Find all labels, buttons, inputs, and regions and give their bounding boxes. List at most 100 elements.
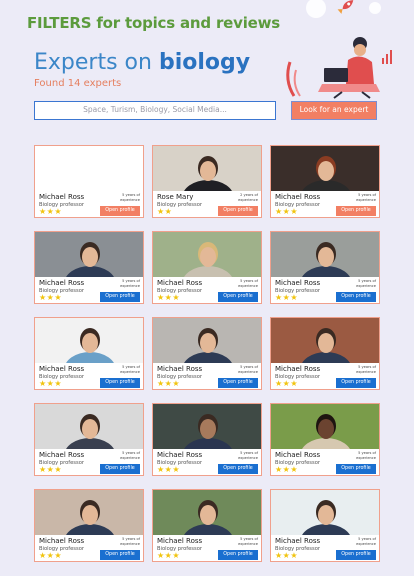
expert-name: Michael Ross bbox=[275, 279, 321, 287]
open-profile-button[interactable]: Open profile bbox=[218, 550, 258, 560]
expert-photo bbox=[153, 232, 261, 277]
search-input[interactable]: Space, Turism, Biology, Social Media... bbox=[34, 101, 276, 120]
expert-card[interactable]: Michael Ross Biology professor ★★★ 5 yea… bbox=[34, 145, 144, 218]
experience-suffix: experience bbox=[356, 455, 376, 460]
experience-label: 5 years of experience bbox=[110, 279, 140, 288]
expert-card[interactable]: Michael Ross Biology professor ★★★ 5 yea… bbox=[270, 231, 380, 304]
expert-name: Michael Ross bbox=[157, 451, 203, 459]
expert-name: Michael Ross bbox=[275, 451, 321, 459]
page-title-topic: biology bbox=[158, 50, 251, 75]
experience-label: 5 years of experience bbox=[346, 365, 376, 374]
open-profile-button[interactable]: Open profile bbox=[218, 292, 258, 302]
open-profile-button[interactable]: Open profile bbox=[336, 464, 376, 474]
expert-name: Michael Ross bbox=[275, 193, 321, 201]
header-illustration bbox=[282, 0, 414, 100]
rating-stars-icon: ★★★ bbox=[39, 293, 63, 302]
open-profile-button[interactable]: Open profile bbox=[336, 378, 376, 388]
experience-label: 5 years of experience bbox=[110, 193, 140, 202]
experience-label: 5 years of experience bbox=[346, 451, 376, 460]
experience-suffix: experience bbox=[356, 369, 376, 374]
experience-suffix: experience bbox=[120, 283, 140, 288]
rating-stars-icon: ★★★ bbox=[39, 465, 63, 474]
expert-name: Rose Mary bbox=[157, 193, 194, 201]
expert-photo bbox=[35, 232, 143, 277]
expert-photo bbox=[271, 232, 379, 277]
expert-card[interactable]: Michael Ross Biology professor ★★★ 5 yea… bbox=[34, 317, 144, 390]
expert-photo bbox=[35, 146, 143, 191]
expert-name: Michael Ross bbox=[157, 279, 203, 287]
expert-card[interactable]: Michael Ross Biology professor ★★★ 5 yea… bbox=[270, 317, 380, 390]
rocket-icon bbox=[337, 0, 354, 14]
expert-card[interactable]: Michael Ross Biology professor ★★★ 5 yea… bbox=[270, 145, 380, 218]
open-profile-button[interactable]: Open profile bbox=[336, 550, 376, 560]
expert-card[interactable]: Michael Ross Biology professor ★★★ 5 yea… bbox=[34, 231, 144, 304]
expert-name: Michael Ross bbox=[275, 537, 321, 545]
rating-stars-icon: ★★★ bbox=[275, 465, 299, 474]
open-profile-button[interactable]: Open profile bbox=[218, 378, 258, 388]
open-profile-button[interactable]: Open profile bbox=[100, 378, 140, 388]
experience-suffix: experience bbox=[238, 455, 258, 460]
experience-label: 2 years of experience bbox=[228, 193, 258, 202]
expert-photo bbox=[271, 404, 379, 449]
open-profile-button[interactable]: Open profile bbox=[100, 550, 140, 560]
page-title-prefix: Experts on bbox=[34, 50, 159, 75]
expert-name: Michael Ross bbox=[39, 365, 85, 373]
expert-photo bbox=[35, 318, 143, 363]
experience-suffix: experience bbox=[120, 197, 140, 202]
expert-card[interactable]: Rose Mary Biology professor ★★ 2 years o… bbox=[152, 145, 262, 218]
expert-photo bbox=[271, 318, 379, 363]
experience-label: 5 years of experience bbox=[346, 537, 376, 546]
rating-stars-icon: ★★★ bbox=[157, 379, 181, 388]
experience-suffix: experience bbox=[356, 283, 376, 288]
expert-name: Michael Ross bbox=[39, 193, 85, 201]
expert-name: Michael Ross bbox=[39, 537, 85, 545]
experience-label: 5 years of experience bbox=[228, 365, 258, 374]
experience-label: 5 years of experience bbox=[228, 451, 258, 460]
expert-card[interactable]: Michael Ross Biology professor ★★★ 5 yea… bbox=[34, 489, 144, 562]
results-count: Found 14 experts bbox=[34, 78, 122, 89]
experience-label: 5 years of experience bbox=[110, 365, 140, 374]
expert-card[interactable]: Michael Ross Biology professor ★★★ 5 yea… bbox=[270, 489, 380, 562]
rating-stars-icon: ★★★ bbox=[157, 293, 181, 302]
rating-stars-icon: ★★★ bbox=[39, 379, 63, 388]
expert-name: Michael Ross bbox=[157, 537, 203, 545]
expert-photo bbox=[153, 146, 261, 191]
expert-photo bbox=[153, 490, 261, 535]
expert-card[interactable]: Michael Ross Biology professor ★★★ 5 yea… bbox=[34, 403, 144, 476]
open-profile-button[interactable]: Open profile bbox=[100, 292, 140, 302]
experience-label: 5 years of experience bbox=[228, 537, 258, 546]
experience-suffix: experience bbox=[120, 369, 140, 374]
expert-card[interactable]: Michael Ross Biology professor ★★★ 5 yea… bbox=[152, 317, 262, 390]
experience-suffix: experience bbox=[238, 369, 258, 374]
experience-label: 5 years of experience bbox=[346, 279, 376, 288]
open-profile-button[interactable]: Open profile bbox=[218, 464, 258, 474]
expert-photo bbox=[35, 404, 143, 449]
experience-suffix: experience bbox=[120, 455, 140, 460]
filters-title[interactable]: FILTERS for topics and reviews bbox=[27, 14, 280, 32]
expert-card[interactable]: Michael Ross Biology professor ★★★ 5 yea… bbox=[152, 231, 262, 304]
rating-stars-icon: ★★★ bbox=[275, 293, 299, 302]
open-profile-button[interactable]: Open profile bbox=[100, 464, 140, 474]
experience-label: 5 years of experience bbox=[228, 279, 258, 288]
expert-photo bbox=[271, 146, 379, 191]
experts-grid: Michael Ross Biology professor ★★★ 5 yea… bbox=[34, 145, 380, 562]
experience-label: 5 years of experience bbox=[110, 537, 140, 546]
open-profile-button[interactable]: Open profile bbox=[336, 292, 376, 302]
page-title: Experts on biology bbox=[34, 50, 250, 75]
rating-stars-icon: ★★★ bbox=[39, 207, 63, 216]
experience-suffix: experience bbox=[238, 283, 258, 288]
expert-photo bbox=[35, 490, 143, 535]
experience-suffix: experience bbox=[356, 541, 376, 546]
open-profile-button[interactable]: Open profile bbox=[100, 206, 140, 216]
rating-stars-icon: ★★ bbox=[157, 207, 173, 216]
experience-label: 5 years of experience bbox=[110, 451, 140, 460]
open-profile-button[interactable]: Open profile bbox=[336, 206, 376, 216]
rating-stars-icon: ★★★ bbox=[157, 551, 181, 560]
experience-suffix: experience bbox=[238, 541, 258, 546]
expert-card[interactable]: Michael Ross Biology professor ★★★ 5 yea… bbox=[152, 489, 262, 562]
expert-card[interactable]: Michael Ross Biology professor ★★★ 5 yea… bbox=[270, 403, 380, 476]
search-button[interactable]: Look for an expert bbox=[291, 101, 377, 120]
expert-name: Michael Ross bbox=[39, 451, 85, 459]
expert-card[interactable]: Michael Ross Biology professor ★★★ 5 yea… bbox=[152, 403, 262, 476]
open-profile-button[interactable]: Open profile bbox=[218, 206, 258, 216]
